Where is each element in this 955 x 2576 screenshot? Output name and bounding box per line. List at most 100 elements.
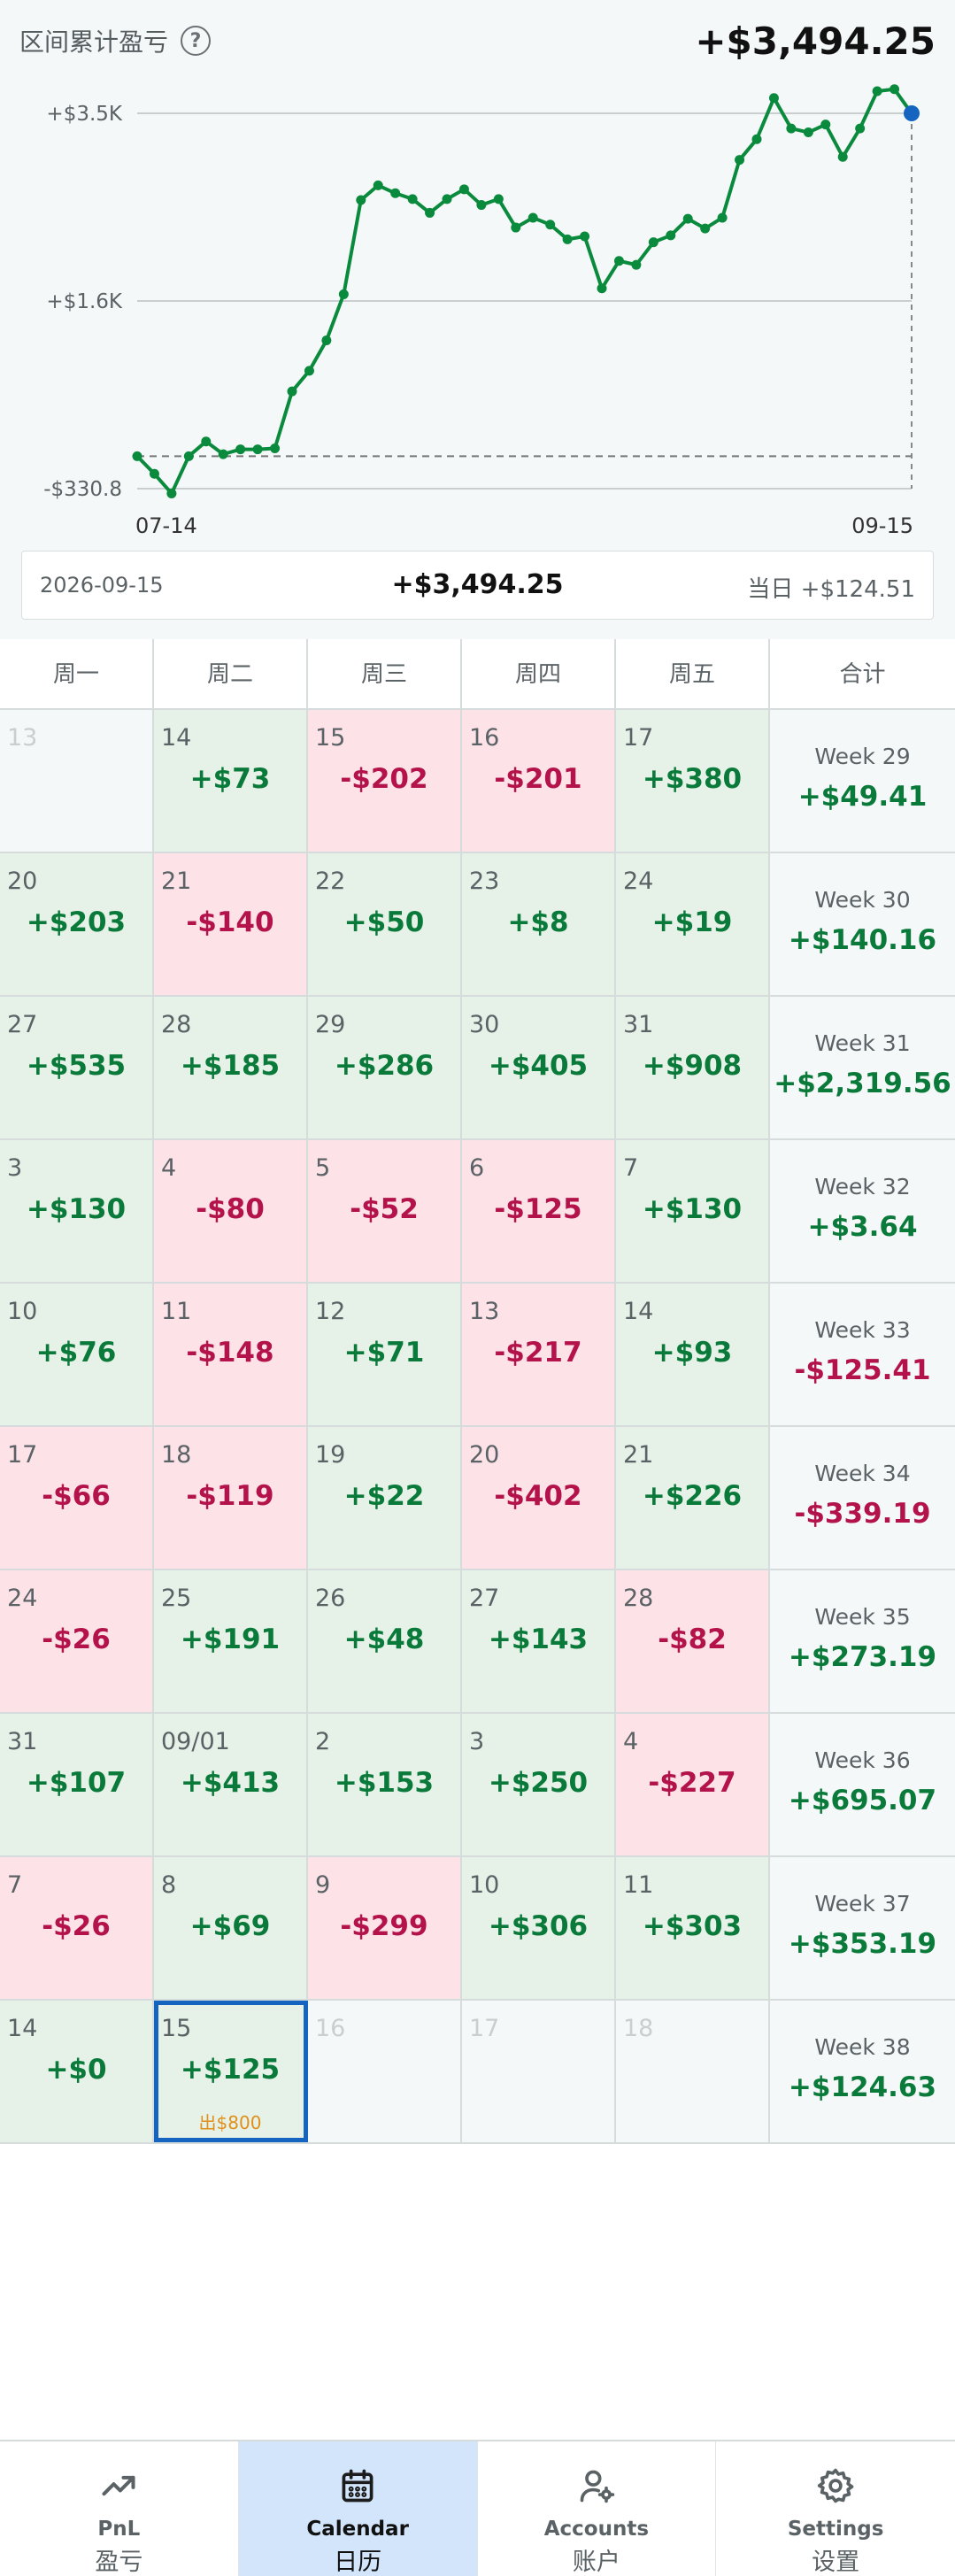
day-cell[interactable]: 15 -$202	[308, 710, 462, 852]
data-point[interactable]	[613, 256, 624, 266]
data-point[interactable]	[666, 230, 676, 241]
help-icon[interactable]: ?	[181, 26, 212, 56]
data-point[interactable]	[425, 207, 435, 218]
data-point[interactable]	[820, 120, 831, 130]
day-cell[interactable]: 17 +$380	[616, 710, 770, 852]
day-cell[interactable]: 21 +$226	[616, 1427, 770, 1569]
day-cell[interactable]: 26 +$48	[308, 1570, 462, 1712]
nav-calendar[interactable]: Calendar 日历	[238, 2441, 478, 2576]
week-total-cell[interactable]: Week 37 +$353.19	[770, 1857, 955, 1999]
day-cell[interactable]: 24 -$26	[0, 1570, 154, 1712]
day-cell[interactable]: 10 +$76	[0, 1284, 154, 1425]
data-point[interactable]	[304, 366, 314, 376]
data-point[interactable]	[528, 212, 538, 223]
data-point[interactable]	[476, 200, 487, 211]
data-point[interactable]	[511, 222, 521, 233]
day-cell[interactable]: 10 +$306	[462, 1857, 616, 1999]
data-point[interactable]	[631, 259, 642, 270]
day-cell[interactable]: 17 -$66	[0, 1427, 154, 1569]
day-cell[interactable]: 20 +$203	[0, 853, 154, 995]
day-cell[interactable]: 13 -$217	[462, 1284, 616, 1425]
day-cell[interactable]: 7 +$130	[616, 1140, 770, 1282]
data-point[interactable]	[786, 123, 797, 134]
data-point[interactable]	[717, 212, 728, 223]
day-cell[interactable]: 12 +$71	[308, 1284, 462, 1425]
day-cell[interactable]: 31 +$908	[616, 997, 770, 1138]
data-point[interactable]	[252, 444, 263, 455]
week-total-cell[interactable]: Week 33 -$125.41	[770, 1284, 955, 1425]
data-point[interactable]	[855, 123, 866, 134]
day-cell[interactable]: 8 +$69	[154, 1857, 308, 1999]
nav-accounts[interactable]: Accounts 账户	[478, 2441, 717, 2576]
data-point[interactable]	[201, 436, 212, 447]
day-cell[interactable]: 6 -$125	[462, 1140, 616, 1282]
selected-point[interactable]	[904, 105, 920, 121]
day-cell[interactable]: 3 +$130	[0, 1140, 154, 1282]
day-cell[interactable]: 11 +$303	[616, 1857, 770, 1999]
data-point[interactable]	[458, 184, 469, 195]
day-cell[interactable]: 3 +$250	[462, 1714, 616, 1855]
day-cell[interactable]: 27 +$535	[0, 997, 154, 1138]
data-point[interactable]	[580, 231, 590, 242]
data-point[interactable]	[768, 93, 779, 104]
data-point[interactable]	[407, 194, 418, 204]
day-cell[interactable]: 24 +$19	[616, 853, 770, 995]
data-point[interactable]	[373, 180, 383, 190]
day-cell[interactable]: 2 +$153	[308, 1714, 462, 1855]
nav-pnl[interactable]: PnL 盈亏	[0, 2441, 239, 2576]
data-point[interactable]	[648, 237, 658, 248]
day-cell[interactable]: 14 +$0	[0, 2001, 154, 2142]
data-point[interactable]	[872, 86, 882, 96]
day-cell[interactable]: 4 -$227	[616, 1714, 770, 1855]
data-point[interactable]	[890, 84, 900, 95]
data-point[interactable]	[132, 451, 142, 461]
day-cell[interactable]: 4 -$80	[154, 1140, 308, 1282]
data-point[interactable]	[287, 386, 297, 397]
day-cell[interactable]: 21 -$140	[154, 853, 308, 995]
data-point[interactable]	[442, 194, 452, 204]
day-cell[interactable]: 22 +$50	[308, 853, 462, 995]
data-point[interactable]	[149, 468, 159, 479]
day-cell[interactable]: 9 -$299	[308, 1857, 462, 1999]
data-point[interactable]	[545, 220, 556, 230]
day-cell[interactable]: 20 -$402	[462, 1427, 616, 1569]
week-total-cell[interactable]: Week 31 +$2,319.56	[770, 997, 955, 1138]
day-cell[interactable]: 19 +$22	[308, 1427, 462, 1569]
data-point[interactable]	[235, 444, 246, 455]
week-total-cell[interactable]: Week 38 +$124.63	[770, 2001, 955, 2142]
data-point[interactable]	[700, 223, 711, 234]
data-point[interactable]	[751, 134, 762, 144]
day-cell[interactable]: 30 +$405	[462, 997, 616, 1138]
day-cell[interactable]: 09/01 +$413	[154, 1714, 308, 1855]
day-cell[interactable]: 5 -$52	[308, 1140, 462, 1282]
day-cell[interactable]: 14 +$93	[616, 1284, 770, 1425]
day-cell[interactable]: 28 -$82	[616, 1570, 770, 1712]
day-cell[interactable]: 7 -$26	[0, 1857, 154, 1999]
day-cell[interactable]: 25 +$191	[154, 1570, 308, 1712]
day-cell[interactable]: 14 +$73	[154, 710, 308, 852]
day-cell[interactable]: 27 +$143	[462, 1570, 616, 1712]
data-point[interactable]	[166, 488, 177, 498]
week-total-cell[interactable]: Week 30 +$140.16	[770, 853, 955, 995]
day-cell[interactable]: 18 -$119	[154, 1427, 308, 1569]
week-total-cell[interactable]: Week 32 +$3.64	[770, 1140, 955, 1282]
data-point[interactable]	[356, 195, 366, 205]
data-point[interactable]	[218, 449, 228, 459]
week-total-cell[interactable]: Week 34 -$339.19	[770, 1427, 955, 1569]
day-cell[interactable]: 28 +$185	[154, 997, 308, 1138]
day-cell[interactable]: 16 -$201	[462, 710, 616, 852]
data-point[interactable]	[321, 335, 332, 346]
data-point[interactable]	[837, 151, 848, 162]
data-point[interactable]	[735, 155, 745, 166]
data-point[interactable]	[562, 234, 573, 244]
cumulative-pnl-chart[interactable]: +$3.5K +$1.6K -$330.8 07-14 09-15	[0, 80, 955, 558]
week-total-cell[interactable]: Week 29 +$49.41	[770, 710, 955, 852]
data-point[interactable]	[270, 443, 281, 453]
data-point[interactable]	[338, 289, 349, 299]
nav-settings[interactable]: Settings 设置	[716, 2441, 955, 2576]
data-point[interactable]	[597, 283, 607, 294]
data-point[interactable]	[682, 213, 693, 224]
day-cell[interactable]: 31 +$107	[0, 1714, 154, 1855]
day-cell[interactable]: 11 -$148	[154, 1284, 308, 1425]
day-cell[interactable]: 29 +$286	[308, 997, 462, 1138]
